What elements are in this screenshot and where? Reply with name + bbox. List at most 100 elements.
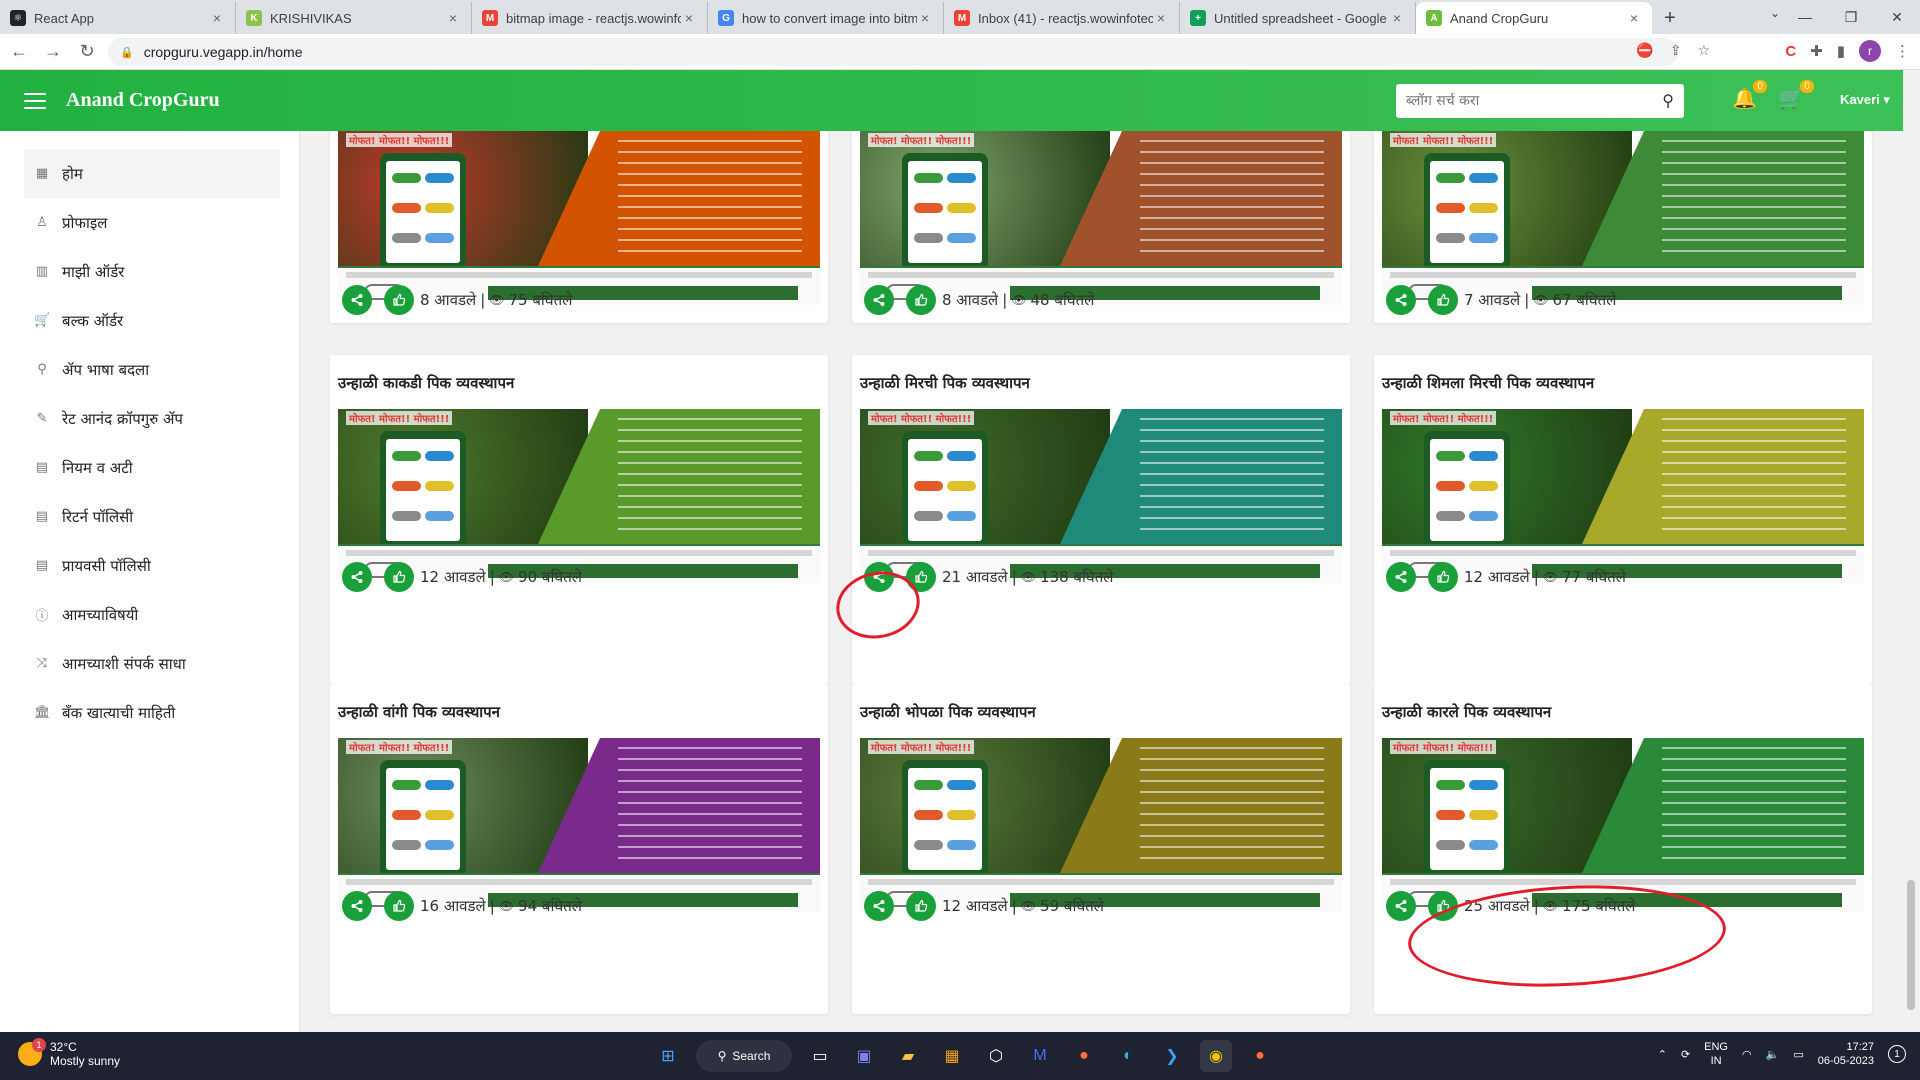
blog-card-image[interactable]: मोफत! मोफत!! मोफत!!! [860,131,1342,305]
share-page-icon[interactable]: ⇪ [1670,42,1682,59]
blog-card-image[interactable]: मोफत! मोफत!! मोफत!!! [860,409,1342,583]
user-menu[interactable]: Kaveri ▾ [1840,92,1890,108]
sidebar-item[interactable]: ⤨ आमच्याशी संपर्क साधा [24,639,280,688]
url-field[interactable]: 🔒 cropguru.vegapp.in/home [108,38,1678,66]
sidebar-item[interactable]: ▦ होम [24,149,280,198]
share-icon[interactable] [864,891,894,921]
tab-close-icon[interactable]: × [209,10,225,26]
like-thumbs-up-icon[interactable] [1428,562,1458,592]
hamburger-menu-icon[interactable] [24,92,46,109]
sidebar-item[interactable]: 🏛 बँक खात्याची माहिती [24,688,280,737]
tray-app-icon[interactable]: ⟳ [1681,1048,1690,1061]
share-icon[interactable] [342,285,372,315]
blog-card-title[interactable]: उन्हाळी शिमला मिरची पिक व्यवस्थापन [1382,373,1594,393]
store-icon[interactable]: ▦ [936,1040,968,1072]
forward-icon[interactable]: → [38,37,68,67]
extension-blocked-icon[interactable]: ⛔ [1636,42,1653,59]
clock[interactable]: 17:27 06-05-2023 [1818,1040,1874,1068]
tray-chevron-icon[interactable]: ⌃ [1658,1048,1667,1061]
blog-card-title[interactable]: उन्हाळी काकडी पिक व्यवस्थापन [338,373,514,393]
postman-icon[interactable]: ● [1244,1040,1276,1072]
share-icon[interactable] [342,891,372,921]
blog-card[interactable]: उन्हाळी वांगी पिक व्यवस्थापन मोफत! मोफत!!… [330,684,828,1014]
side-panel-icon[interactable]: ▮ [1837,42,1845,60]
blog-card[interactable]: उन्हाळी भोपळा पिक व्यवस्थापन मोफत! मोफत!!… [852,684,1350,1014]
minimize-icon[interactable]: — [1782,0,1828,34]
sidebar-item[interactable]: ♙ प्रोफाइल [24,198,280,247]
share-icon[interactable] [1386,562,1416,592]
browser-tab[interactable]: K KRISHIVIKAS × [236,2,472,34]
wifi-icon[interactable]: ◠ [1742,1048,1752,1061]
blog-card[interactable]: मोफत! मोफत!! मोफत!!! 8 आवडले | 👁 48 बघितले [852,131,1350,323]
share-icon[interactable] [1386,891,1416,921]
tab-close-icon[interactable]: × [917,10,933,26]
reload-icon[interactable]: ↻ [72,37,102,67]
cart-icon[interactable]: 🛒 0 [1779,80,1814,111]
blog-card[interactable]: उन्हाळी मिरची पिक व्यवस्थापन मोफत! मोफत!!… [852,355,1350,685]
blog-card[interactable]: मोफत! मोफत!! मोफत!!! 7 आवडले | 👁 67 बघितले [1374,131,1872,323]
back-icon[interactable]: ← [4,37,34,67]
tab-close-icon[interactable]: × [681,10,697,26]
like-thumbs-up-icon[interactable] [906,891,936,921]
browser-tab[interactable]: Mbitmap image - reactjs.wowinfot × [472,2,708,34]
edge-icon[interactable]: ◐ [1112,1040,1144,1072]
share-icon[interactable] [1386,285,1416,315]
like-thumbs-up-icon[interactable] [384,285,414,315]
blog-card[interactable]: मोफत! मोफत!! मोफत!!! 8 आवडले | 👁 75 बघितले [330,131,828,323]
tab-search-icon[interactable]: ⌄ [1770,6,1780,20]
app-icon[interactable]: ⬡ [980,1040,1012,1072]
search-icon[interactable]: ⚲ [1662,91,1674,111]
blog-card-image[interactable]: मोफत! मोफत!! मोफत!!! [1382,131,1864,305]
blog-card[interactable]: उन्हाळी शिमला मिरची पिक व्यवस्थापन मोफत! … [1374,355,1872,685]
puzzle-icon[interactable]: ✚ [1810,42,1823,60]
volume-icon[interactable]: 🔈 [1766,1048,1780,1061]
notification-bell-icon[interactable]: 🔔 0 [1732,80,1767,111]
language-indicator[interactable]: ENG IN [1704,1040,1728,1068]
page-scrollbar[interactable] [1903,70,1920,1032]
blog-card-image[interactable]: मोफत! मोफत!! मोफत!!! [1382,409,1864,583]
sidebar-item[interactable]: ▤ रिटर्न पॉलिसी [24,492,280,541]
bookmark-star-icon[interactable]: ☆ [1697,42,1710,59]
sidebar-item[interactable]: ⓘ आमच्याविषयी [24,590,280,639]
browser-tab[interactable]: A Anand CropGuru × [1416,2,1652,34]
like-thumbs-up-icon[interactable] [384,562,414,592]
sidebar-item[interactable]: ▤ नियम व अटी [24,443,280,492]
new-tab-icon[interactable]: + [1652,2,1688,34]
sidebar-item[interactable]: ▥ माझी ऑर्डर [24,247,280,296]
firefox-icon[interactable]: ● [1068,1040,1100,1072]
brand-title[interactable]: Anand CropGuru [66,89,220,112]
file-explorer-icon[interactable]: ▰ [892,1040,924,1072]
sidebar-item[interactable]: ▤ प्रायवसी पॉलिसी [24,541,280,590]
like-thumbs-up-icon[interactable] [1428,285,1458,315]
sidebar-item[interactable]: 🛒 बल्क ऑर्डर [24,296,280,345]
windows-start-icon[interactable]: ⊞ [652,1040,684,1072]
blog-card-title[interactable]: उन्हाळी वांगी पिक व्यवस्थापन [338,702,500,722]
like-thumbs-up-icon[interactable] [906,285,936,315]
blog-search-input[interactable] [1406,93,1663,109]
sidebar-item[interactable]: ⚲ ॲप भाषा बदला [24,345,280,394]
close-window-icon[interactable]: ✕ [1874,0,1920,34]
browser-tab[interactable]: M Inbox (41) - reactjs.wowinfotech × [944,2,1180,34]
tab-close-icon[interactable]: × [1626,10,1642,26]
extension-c-icon[interactable]: C [1785,43,1796,60]
browser-tab[interactable]: ⚛ React App × [0,2,236,34]
browser-tab[interactable]: + Untitled spreadsheet - Google S × [1180,2,1416,34]
blog-card-title[interactable]: उन्हाळी कारले पिक व्यवस्थापन [1382,702,1551,722]
blog-card[interactable]: उन्हाळी काकडी पिक व्यवस्थापन मोफत! मोफत!!… [330,355,828,685]
like-thumbs-up-icon[interactable] [384,891,414,921]
share-icon[interactable] [342,562,372,592]
sidebar-item[interactable]: ✎ रेट आनंद क्रॉपगुरु ॲप [24,394,280,443]
app-m-icon[interactable]: M [1024,1040,1056,1072]
share-icon[interactable] [864,285,894,315]
chrome-icon[interactable]: ◉ [1200,1040,1232,1072]
blog-card-image[interactable]: मोफत! मोफत!! मोफत!!! [338,738,820,912]
taskbar-search[interactable]: ⚲ Search [696,1040,792,1072]
tab-close-icon[interactable]: × [1153,10,1169,26]
chrome-menu-icon[interactable]: ⋮ [1895,42,1910,60]
teams-icon[interactable]: ▣ [848,1040,880,1072]
task-view-icon[interactable]: ▭ [804,1040,836,1072]
blog-card-title[interactable]: उन्हाळी मिरची पिक व्यवस्थापन [860,373,1030,393]
vscode-icon[interactable]: ❯ [1156,1040,1188,1072]
blog-card-image[interactable]: मोफत! मोफत!! मोफत!!! [338,409,820,583]
blog-card-title[interactable]: उन्हाळी भोपळा पिक व्यवस्थापन [860,702,1036,722]
